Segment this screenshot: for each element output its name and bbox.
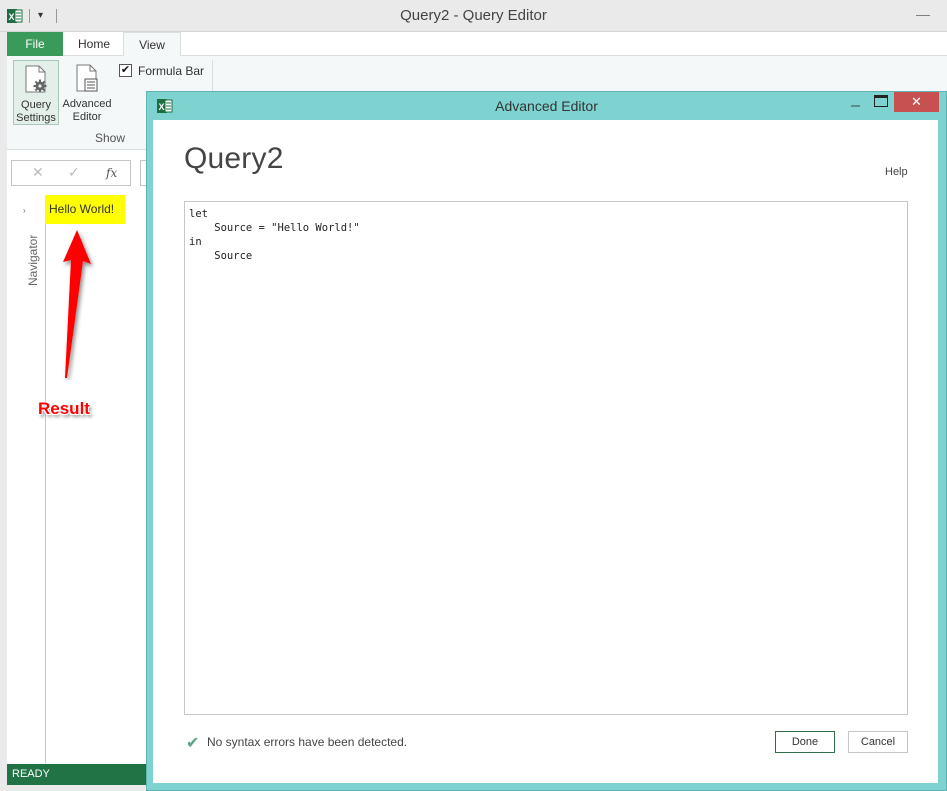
- cancel-formula-icon[interactable]: ✕: [32, 164, 44, 181]
- annotation-result-label: Result: [38, 399, 90, 418]
- confirm-formula-icon[interactable]: ✓: [68, 164, 80, 181]
- query-settings-button[interactable]: Query Settings: [13, 60, 59, 125]
- insert-function-icon[interactable]: fx: [106, 166, 117, 180]
- query-name-heading: Query2: [184, 142, 284, 175]
- query-settings-label-line2: Settings: [16, 112, 56, 124]
- navigator-label[interactable]: Navigator: [6, 234, 46, 298]
- formula-bar-checkbox[interactable]: ✔: [119, 64, 132, 77]
- tab-home[interactable]: Home: [65, 32, 123, 56]
- result-cell[interactable]: Hello World!: [45, 195, 125, 224]
- tab-file[interactable]: File: [7, 32, 63, 56]
- ribbon-group-show-label: Show: [95, 131, 126, 145]
- m-script-editor[interactable]: let Source = "Hello World!" in Source: [184, 201, 908, 715]
- window-title: Query2 - Query Editor: [400, 7, 547, 24]
- dialog-maximize-button[interactable]: [874, 95, 888, 107]
- tab-view[interactable]: View: [123, 32, 181, 57]
- minimize-button[interactable]: —: [908, 6, 938, 22]
- dialog-excel-icon: X: [157, 98, 173, 114]
- validation-message: No syntax errors have been detected.: [207, 735, 408, 749]
- ribbon-tabs: File Home View: [7, 32, 947, 57]
- status-text: READY: [12, 768, 50, 780]
- dialog-title: Advanced Editor: [495, 98, 598, 114]
- done-button[interactable]: Done: [775, 731, 835, 753]
- dialog-close-button[interactable]: ✕: [894, 92, 939, 112]
- help-link[interactable]: Help: [885, 166, 908, 178]
- advanced-editor-label-line1: Advanced: [62, 98, 112, 110]
- navigator-expand-icon[interactable]: ›: [23, 206, 26, 215]
- advanced-editor-button[interactable]: Advanced Editor: [61, 60, 113, 125]
- advanced-editor-label-line2: Editor: [72, 111, 102, 123]
- dialog-minimize-button[interactable]: [846, 96, 866, 112]
- validation-check-icon: ✔: [186, 735, 200, 752]
- annotation-arrow-icon: [55, 230, 95, 385]
- navigator-label-text: Navigator: [26, 234, 40, 286]
- minimize-icon: [851, 105, 860, 107]
- advanced-editor-icon: [76, 64, 98, 92]
- svg-text:X: X: [159, 102, 165, 112]
- cancel-button[interactable]: Cancel: [848, 731, 908, 753]
- query-settings-icon: [25, 65, 47, 93]
- formula-bar-label[interactable]: Formula Bar: [138, 64, 204, 78]
- formula-bar-buttons: ✕ ✓ fx: [11, 160, 131, 186]
- query-settings-label-line1: Query: [21, 99, 51, 111]
